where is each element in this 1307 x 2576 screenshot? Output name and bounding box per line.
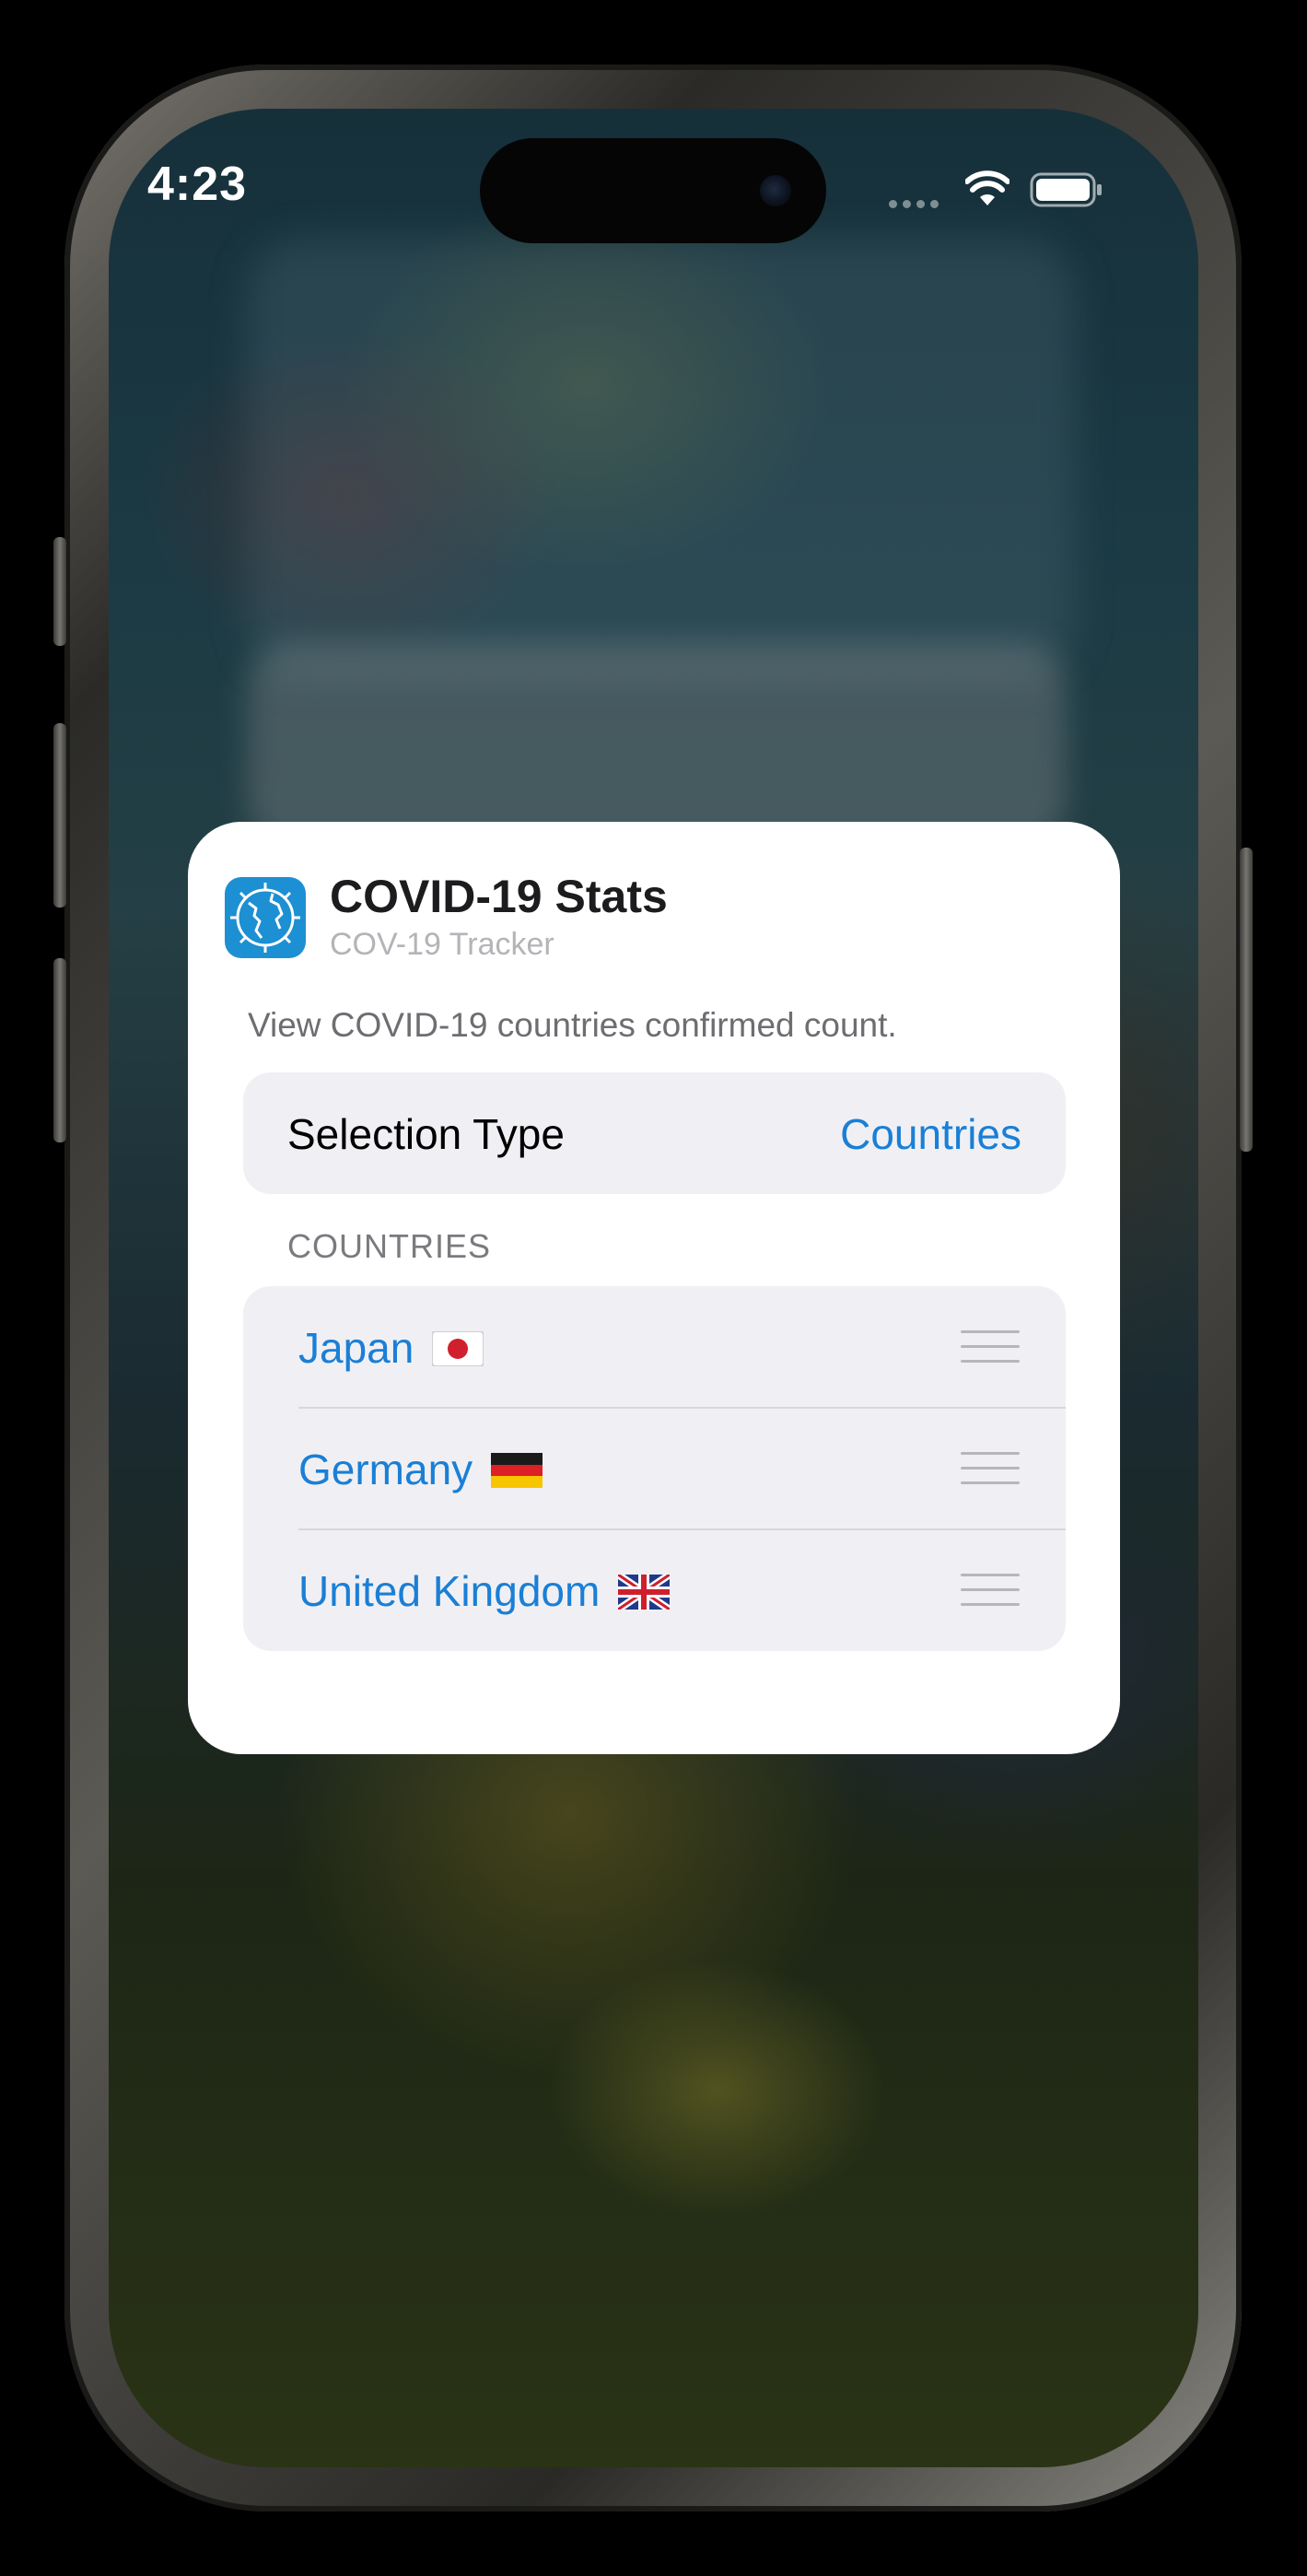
volume-down-button[interactable] — [53, 958, 66, 1142]
japan-flag-icon — [432, 1331, 484, 1366]
cellular-signal-icon — [889, 200, 939, 208]
dynamic-island — [480, 138, 826, 243]
widget-configuration-sheet: COVID-19 Stats COV-19 Tracker View COVID… — [188, 822, 1120, 1754]
country-row-germany[interactable]: Germany — [243, 1408, 1066, 1529]
app-title: COVID-19 Stats — [330, 871, 668, 922]
widget-description: View COVID-19 countries confirmed count. — [248, 1006, 897, 1044]
country-row-united-kingdom[interactable]: United Kingdom — [243, 1529, 1066, 1651]
country-name[interactable]: United Kingdom — [298, 1567, 600, 1615]
selection-type-value[interactable]: Countries — [840, 1109, 1021, 1159]
germany-flag-icon — [491, 1453, 543, 1488]
selection-type-row[interactable]: Selection Type Countries — [243, 1072, 1066, 1194]
battery-icon — [1030, 172, 1102, 207]
volume-up-button[interactable] — [53, 723, 66, 907]
globe-app-icon — [225, 877, 306, 958]
selection-type-label: Selection Type — [287, 1110, 565, 1158]
drag-handle-icon[interactable] — [961, 1330, 1020, 1364]
drag-handle-icon[interactable] — [961, 1452, 1020, 1485]
status-bar-time: 4:23 — [147, 158, 248, 211]
countries-list: Japan Germany United Kingdom — [243, 1286, 1066, 1651]
drag-handle-icon[interactable] — [961, 1574, 1020, 1607]
countries-section-header: COUNTRIES — [287, 1227, 492, 1265]
blurred-background-panel — [247, 643, 1067, 846]
country-name[interactable]: Germany — [298, 1446, 473, 1493]
action-button[interactable] — [53, 537, 66, 646]
app-subtitle: COV-19 Tracker — [330, 927, 554, 962]
power-button[interactable] — [1240, 848, 1253, 1152]
uk-flag-icon — [618, 1575, 671, 1610]
blurred-background-widget — [247, 238, 1076, 680]
wifi-icon — [965, 170, 1009, 205]
country-row-japan[interactable]: Japan — [243, 1286, 1066, 1408]
front-camera-icon — [760, 175, 791, 206]
country-name[interactable]: Japan — [298, 1324, 414, 1372]
